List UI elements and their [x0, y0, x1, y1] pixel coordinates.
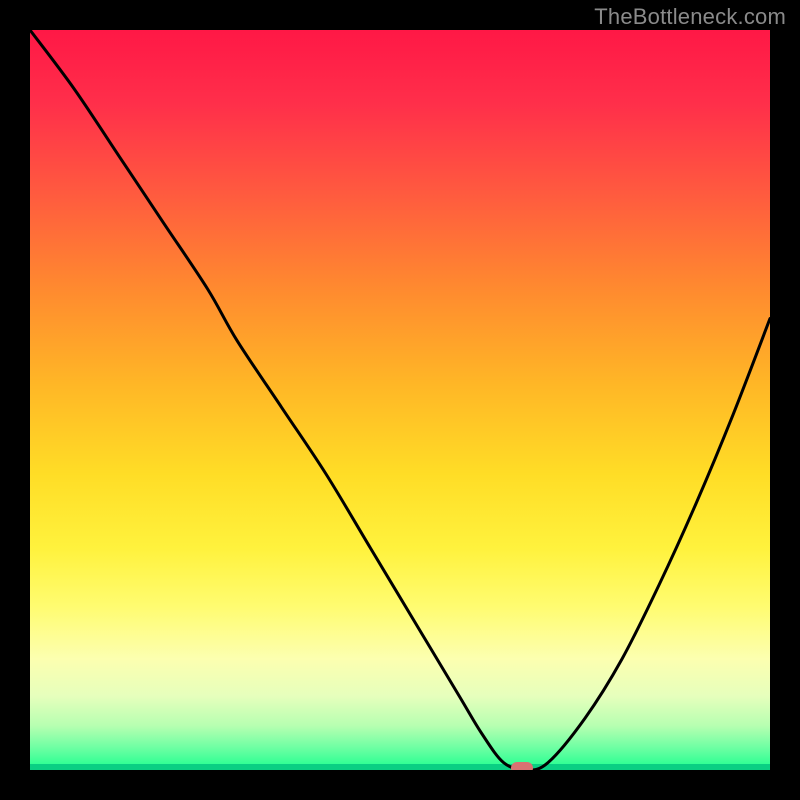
bottleneck-curve	[30, 30, 770, 770]
optimal-point-marker	[511, 762, 533, 770]
watermark-text: TheBottleneck.com	[594, 4, 786, 30]
chart-frame: TheBottleneck.com	[0, 0, 800, 800]
plot-area	[30, 30, 770, 770]
bottleneck-curve-path	[30, 30, 770, 770]
